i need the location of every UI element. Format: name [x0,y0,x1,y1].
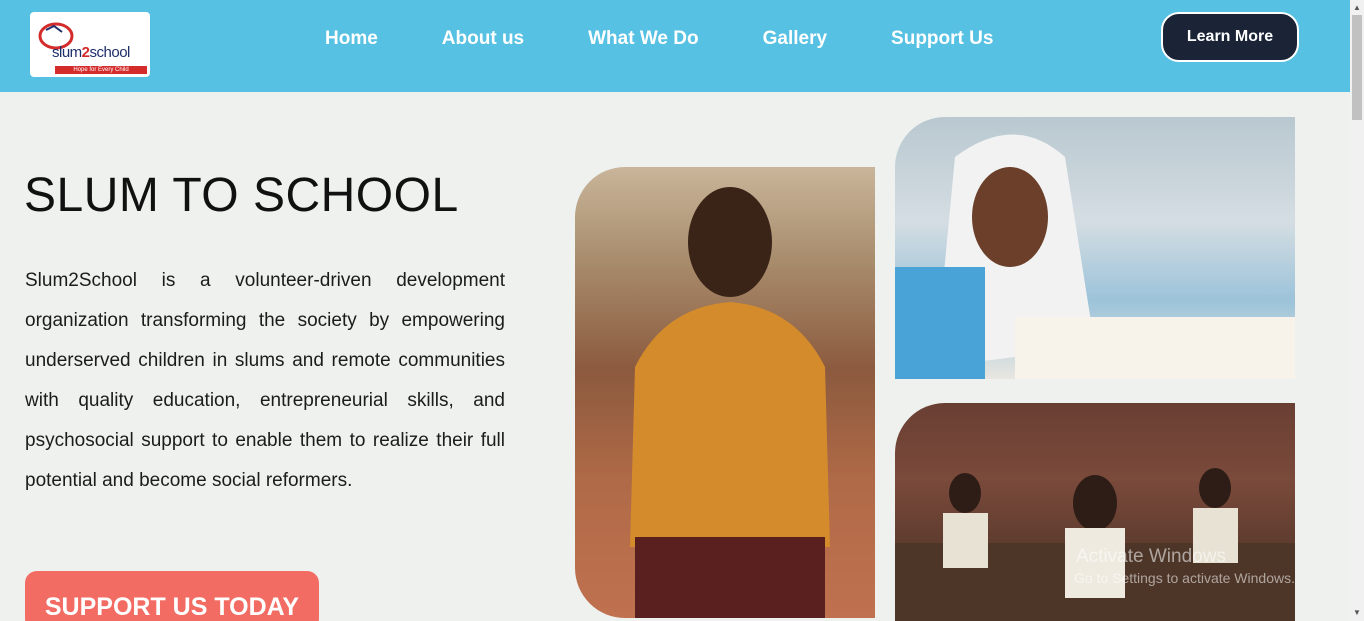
hero-description: Slum2School is a volunteer-driven develo… [25,270,505,491]
nav-link-about-us[interactable]: About us [442,28,524,50]
logo-tagline: Hope for Every Child [55,66,147,74]
nav-link-what-we-do[interactable]: What We Do [588,28,698,50]
photo-of-boy-in-uniform [575,167,875,618]
boy-illustration [630,187,830,618]
nav-link-home[interactable]: Home [325,28,378,50]
girl-illustration [895,134,1295,379]
photo-of-girl-in-hijab-classroom [895,117,1295,379]
main-nav: Home About us What We Do Gallery Support… [325,28,993,50]
support-us-today-button[interactable]: SUPPORT US TODAY [25,571,319,621]
scroll-up-arrow-icon[interactable]: ▲ [1353,3,1361,12]
classroom-illustration [895,468,1295,621]
scrollbar-thumb[interactable] [1352,15,1362,120]
site-logo[interactable]: slum2school Hope for Every Child [30,12,150,77]
logo-wordmark: slum2school [52,44,130,61]
nav-link-support-us[interactable]: Support Us [891,28,993,50]
photo-of-classroom-students [895,403,1295,621]
hero-title: SLUM TO SCHOOL [24,169,459,222]
page-scrollbar[interactable]: ▲ ▼ [1350,0,1364,621]
activate-windows-subtitle: Go to Settings to activate Windows. [1074,570,1295,586]
learn-more-button[interactable]: Learn More [1161,12,1299,62]
scroll-down-arrow-icon[interactable]: ▼ [1353,608,1361,617]
activate-windows-title: Activate Windows [1076,546,1226,567]
nav-link-gallery[interactable]: Gallery [763,28,827,50]
top-navbar: slum2school Hope for Every Child Home Ab… [0,0,1350,92]
